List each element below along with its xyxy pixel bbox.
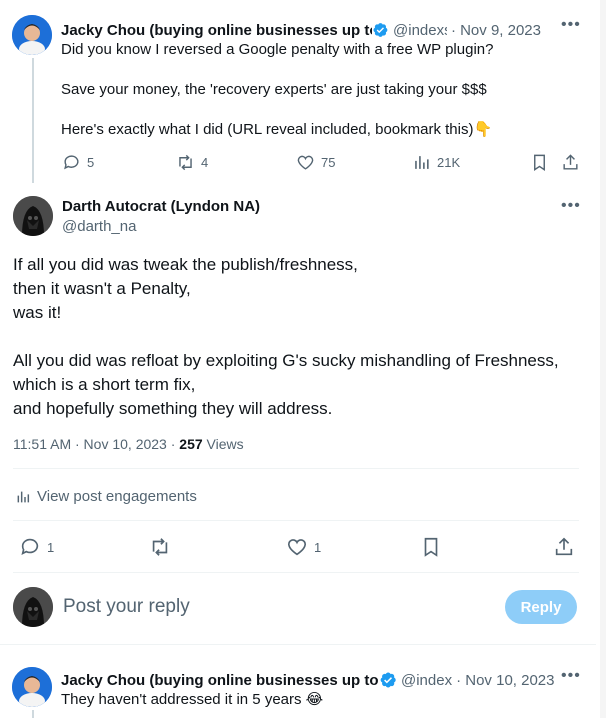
tweet1-header: Jacky Chou (buying online businesses up …	[61, 20, 541, 40]
author-name[interactable]: Jacky Chou (buying online businesses up …	[61, 672, 379, 689]
share-icon	[555, 537, 573, 556]
post-line: was it!	[13, 303, 62, 322]
post-timestamp: 11:51 AM · Nov 10, 2023 · 257 Views	[13, 436, 244, 452]
tweet3-header: Jacky Chou (buying online businesses up …	[61, 670, 561, 690]
post-line: If all you did was tweak the publish/fre…	[13, 255, 358, 274]
main-post-text: If all you did was tweak the publish/fre…	[13, 253, 583, 421]
thread-connector-line	[32, 710, 34, 718]
post-date[interactable]: · Nov 9, 2023	[451, 22, 541, 39]
reply-icon	[21, 538, 39, 555]
reply-action[interactable]: 1	[19, 536, 54, 558]
avatar-jacky[interactable]	[12, 15, 52, 55]
post-line: and hopefully something they will addres…	[13, 399, 333, 418]
more-icon[interactable]: •••	[561, 197, 581, 215]
post-line: All you did was refloat by exploiting G'…	[13, 351, 559, 370]
bookmark-button[interactable]	[420, 536, 442, 558]
views-icon	[415, 156, 429, 169]
reply-count: 5	[87, 155, 95, 170]
views-count: 21K	[437, 155, 461, 170]
views-action[interactable]: 21K	[412, 153, 460, 172]
share-icon	[563, 154, 578, 170]
author-handle[interactable]: @darth_na	[62, 218, 136, 235]
divider	[0, 644, 596, 645]
repost-button[interactable]	[149, 536, 171, 558]
reply-action[interactable]: 5	[62, 153, 94, 172]
author-name[interactable]: Jacky Chou (buying online businesses up …	[61, 22, 372, 39]
like-action[interactable]: 1	[286, 536, 321, 558]
tweet1-text: Did you know I reversed a Google penalty…	[61, 40, 581, 140]
divider	[13, 572, 579, 573]
post-date[interactable]: · Nov 10, 2023	[456, 672, 554, 689]
engagements-icon	[17, 491, 30, 502]
divider	[13, 520, 579, 521]
tweet-line: Save your money, the 'recovery experts' …	[61, 81, 487, 98]
more-icon[interactable]: •••	[561, 667, 581, 685]
reply-count: 1	[47, 539, 55, 555]
like-icon	[287, 539, 307, 556]
repost-action[interactable]: 4	[176, 153, 208, 172]
post-line: then it wasn't a Penalty,	[13, 279, 191, 298]
like-icon	[297, 155, 314, 170]
reply-icon	[64, 155, 79, 170]
bookmark-button[interactable]	[530, 153, 549, 172]
verified-badge-icon	[373, 23, 388, 37]
repost-icon	[179, 154, 192, 171]
like-count: 75	[321, 155, 336, 170]
verified-badge-icon	[380, 672, 396, 688]
repost-count: 4	[201, 155, 209, 170]
tweet-line: Did you know I reversed a Google penalty…	[61, 41, 494, 58]
reply-button[interactable]: Reply	[505, 590, 577, 624]
like-action[interactable]: 75	[296, 153, 335, 172]
engagements-label: View post engagements	[37, 488, 197, 505]
timestamp-text[interactable]: 11:51 AM · Nov 10, 2023 ·	[13, 436, 179, 452]
tweet-line: Here's exactly what I did (URL reveal in…	[61, 121, 493, 138]
view-engagements-link[interactable]: View post engagements	[15, 488, 197, 505]
like-count: 1	[314, 539, 322, 555]
bookmark-icon	[424, 537, 438, 557]
avatar-darth[interactable]	[13, 196, 53, 236]
bookmark-icon	[534, 154, 545, 171]
more-icon[interactable]: •••	[561, 16, 581, 34]
author-handle[interactable]: @indexs	[393, 22, 447, 39]
reply-input[interactable]: Post your reply	[63, 596, 190, 618]
thread-connector-line	[32, 58, 34, 183]
views-label: Views	[202, 436, 244, 452]
composer-avatar	[13, 587, 53, 627]
divider	[13, 468, 579, 469]
avatar-jacky[interactable]	[12, 667, 52, 707]
author-name[interactable]: Darth Autocrat (Lyndon NA)	[62, 198, 260, 215]
author-handle[interactable]: @index	[401, 672, 452, 689]
tweet3-text: They haven't addressed it in 5 years 😂	[61, 691, 324, 708]
post-line: which is a short term fix,	[13, 375, 196, 394]
views-number: 257	[179, 436, 203, 452]
share-button[interactable]	[561, 153, 580, 172]
scrollbar[interactable]	[600, 0, 606, 718]
repost-icon	[152, 538, 168, 556]
share-button[interactable]	[553, 536, 575, 558]
